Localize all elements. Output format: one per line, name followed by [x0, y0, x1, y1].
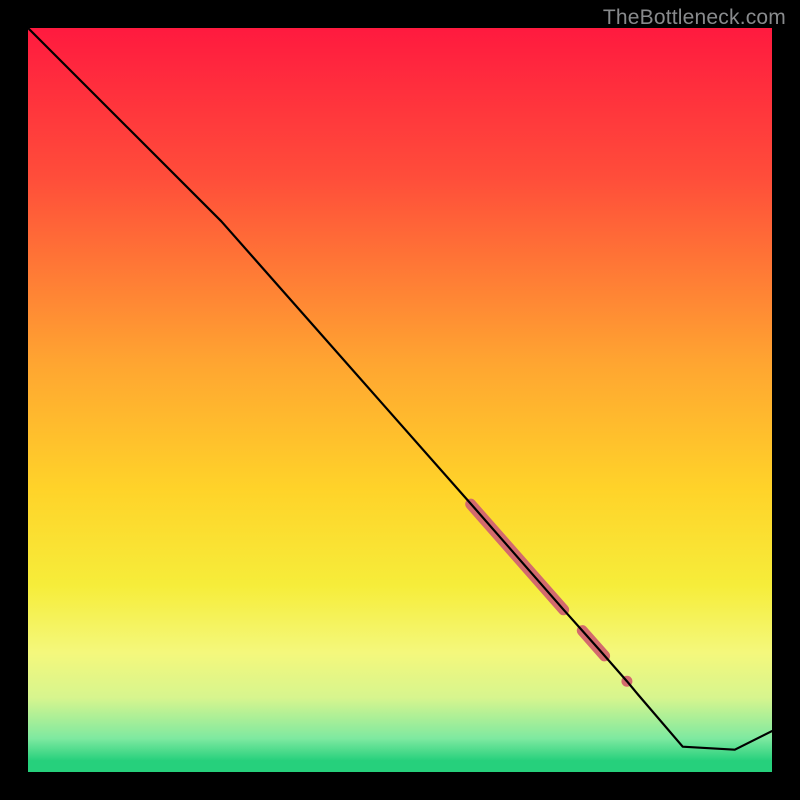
- plot-area: [28, 28, 772, 772]
- chart-svg: [28, 28, 772, 772]
- watermark-text: TheBottleneck.com: [603, 6, 786, 30]
- chart-frame: TheBottleneck.com: [0, 0, 800, 800]
